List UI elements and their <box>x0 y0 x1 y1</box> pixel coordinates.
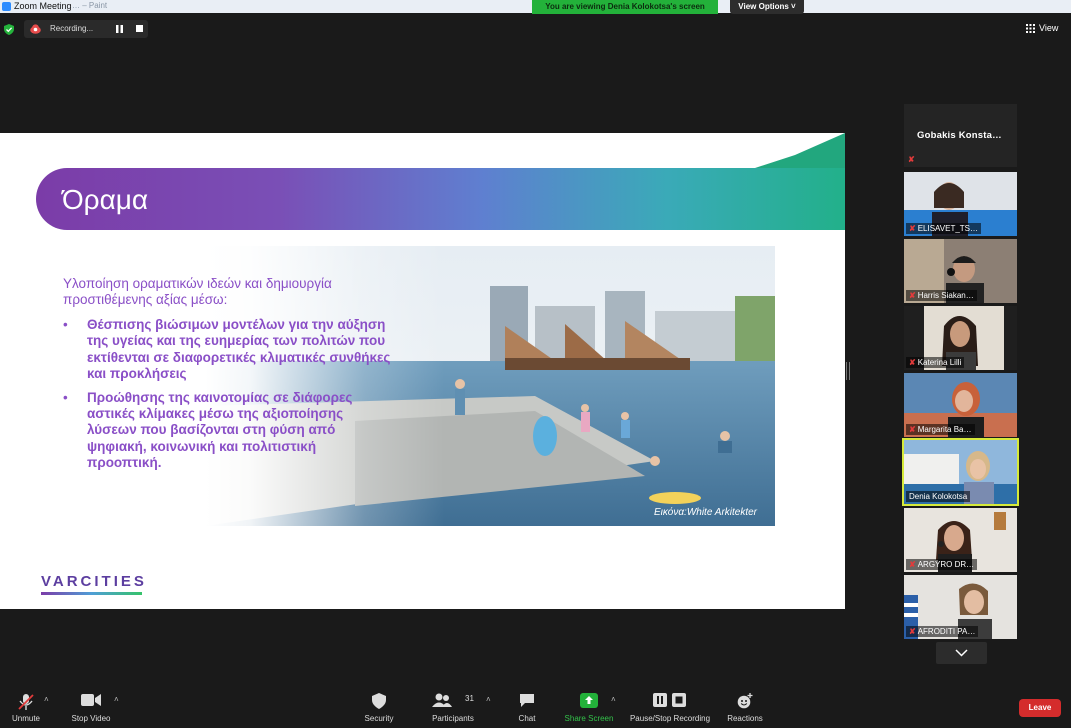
gallery-scroll-down-button[interactable] <box>936 642 987 664</box>
participant-name: AFRODITI PA… <box>917 627 976 636</box>
chat-label: Chat <box>518 714 536 723</box>
participant-tile-active-speaker[interactable]: Denia Kolokotsa <box>902 438 1019 506</box>
shared-screen-slide: Όραμα Εικόνα:White Arkitekter Υλοποίηση … <box>0 133 845 609</box>
security-shield-icon[interactable] <box>4 24 14 35</box>
participants-count: 31 <box>465 694 474 703</box>
cloud-recording-icon <box>30 24 41 34</box>
video-options-caret[interactable]: ˄ <box>114 683 124 728</box>
participant-name: Gobakis Konsta… <box>917 130 1002 141</box>
meeting-toolbar: Unmute ˄ Stop Video ˄ Security 31 Partic… <box>0 683 1071 728</box>
chat-button[interactable]: Chat <box>508 683 546 728</box>
participant-name: Denia Kolokotsa <box>909 492 968 501</box>
participant-name: Katerina Lilli <box>917 358 962 367</box>
unmute-label: Unmute <box>11 714 40 723</box>
logo-underline <box>41 592 142 595</box>
bullet-text: Προώθησης της καινοτομίας σε διάφορες ασ… <box>87 389 353 471</box>
microphone-muted-icon <box>18 694 34 710</box>
pause-stop-icon <box>653 693 686 707</box>
participant-name: Harris Siakan… <box>917 291 974 300</box>
reactions-smiley-icon <box>737 693 753 709</box>
participant-tile[interactable]: ✘ AFRODITI PA… <box>904 575 1017 639</box>
title-band <box>36 168 845 230</box>
pause-stop-recording-label: Pause/Stop Recording <box>629 714 711 723</box>
participants-label: Participants <box>432 714 474 723</box>
participants-options-caret[interactable]: ˄ <box>486 683 496 728</box>
participant-label: ✘ Harris Siakan… <box>906 290 977 301</box>
chevron-down-icon <box>955 649 968 657</box>
bullet-marker: • <box>63 317 68 332</box>
participant-name: ARGYRO DR… <box>917 560 975 569</box>
mic-muted-icon: ✘ <box>909 560 916 569</box>
photo-caption: Εικόνα:White Arkitekter <box>654 507 758 518</box>
mic-muted-icon: ✘ <box>909 291 916 300</box>
unmute-button[interactable]: Unmute <box>4 683 48 728</box>
participant-label: Denia Kolokotsa <box>906 491 971 502</box>
split-resize-handle[interactable] <box>846 362 850 380</box>
shield-icon <box>372 693 386 709</box>
share-screen-button[interactable]: Share Screen <box>560 683 618 728</box>
share-options-caret[interactable]: ˄ <box>611 683 621 728</box>
recording-label: Recording... <box>50 24 94 33</box>
viewing-screen-banner: You are viewing Denia Kolokotsa's screen <box>532 0 718 14</box>
leave-meeting-button[interactable]: Leave <box>1019 699 1061 717</box>
bullet-item: • Προώθησης της καινοτομίας σε διάφορες α… <box>63 390 393 472</box>
bullet-list: • Θέσπισης βιώσιμων μοντέλων για την αύξη… <box>63 317 393 479</box>
participants-button[interactable]: 31 Participants <box>426 683 480 728</box>
view-options-button[interactable]: View Options ˅ <box>730 0 804 14</box>
participant-tile[interactable]: ✘ ARGYRO DR… <box>904 508 1017 572</box>
participant-label: ✘ Katerina Lilli <box>906 357 965 368</box>
security-label: Security <box>364 714 394 723</box>
caret-up-icon: ˄ <box>114 695 119 704</box>
share-screen-label: Share Screen <box>564 714 614 723</box>
participant-label: ✘ Margarita Ba… <box>906 424 975 435</box>
recording-indicator: Recording... <box>24 20 148 38</box>
pause-recording-icon[interactable] <box>115 25 124 33</box>
participants-icon <box>432 693 452 707</box>
stop-video-button[interactable]: Stop Video <box>66 683 116 728</box>
participant-label: ✘ ARGYRO DR… <box>906 559 978 570</box>
chat-bubble-icon <box>520 694 534 707</box>
varcities-logo: VARCITIES <box>41 573 147 590</box>
participant-tile[interactable]: ✘ Margarita Ba… <box>904 373 1017 437</box>
participant-tile-name-only[interactable]: Gobakis Konsta… ✘ <box>904 104 1017 167</box>
window-title: Zoom Meeting <box>14 1 72 11</box>
participant-tile[interactable]: ✘ ELISAVET_TS… <box>904 172 1017 236</box>
video-camera-icon <box>81 694 101 706</box>
bullet-item: • Θέσπισης βιώσιμων μοντέλων για την αύξη… <box>63 317 393 383</box>
reactions-button[interactable]: Reactions <box>722 683 768 728</box>
stop-recording-icon[interactable] <box>136 25 143 32</box>
pause-stop-recording-button[interactable]: Pause/Stop Recording <box>626 683 714 728</box>
mic-muted-icon: ✘ <box>909 627 916 636</box>
mic-muted-icon: ✘ <box>909 224 916 233</box>
slide-title: Όραμα <box>62 184 149 215</box>
mic-muted-icon: ✘ <box>909 425 916 434</box>
view-label: View <box>1039 23 1059 33</box>
audio-options-caret[interactable]: ˄ <box>44 683 54 728</box>
intro-text: Υλοποίηση οραματικών ιδεών και δημιουργί… <box>63 276 332 307</box>
bullet-marker: • <box>63 389 68 405</box>
participant-name: ELISAVET_TS… <box>917 224 979 233</box>
reactions-label: Reactions <box>727 714 763 723</box>
bullet-text: Θέσπισης βιώσιμων μοντέλων για την αύξησ… <box>87 317 391 382</box>
participant-tile[interactable]: ✘ Harris Siakan… <box>904 239 1017 303</box>
mic-muted-icon: ✘ <box>908 155 915 164</box>
title-bar-right <box>808 0 1071 13</box>
mic-muted-icon: ✘ <box>909 358 916 367</box>
stop-video-label: Stop Video <box>71 714 111 723</box>
zoom-meeting-window: Zoom Meeting … – Paint You are viewing D… <box>0 0 1071 728</box>
participant-tile[interactable]: ✘ Katerina Lilli <box>904 306 1017 370</box>
participant-name: Margarita Ba… <box>917 425 972 434</box>
view-layout-button[interactable]: View <box>1026 22 1066 36</box>
caret-up-icon: ˄ <box>611 695 616 704</box>
background-window-title: … – Paint <box>72 1 108 10</box>
share-screen-icon <box>580 693 598 708</box>
grid-view-icon <box>1026 24 1035 33</box>
caret-up-icon: ˄ <box>44 695 49 704</box>
security-button[interactable]: Security <box>356 683 402 728</box>
caret-up-icon: ˄ <box>486 695 491 704</box>
zoom-app-icon <box>2 2 11 11</box>
participant-label: ✘ ELISAVET_TS… <box>906 223 982 234</box>
participant-label: ✘ AFRODITI PA… <box>906 626 979 637</box>
